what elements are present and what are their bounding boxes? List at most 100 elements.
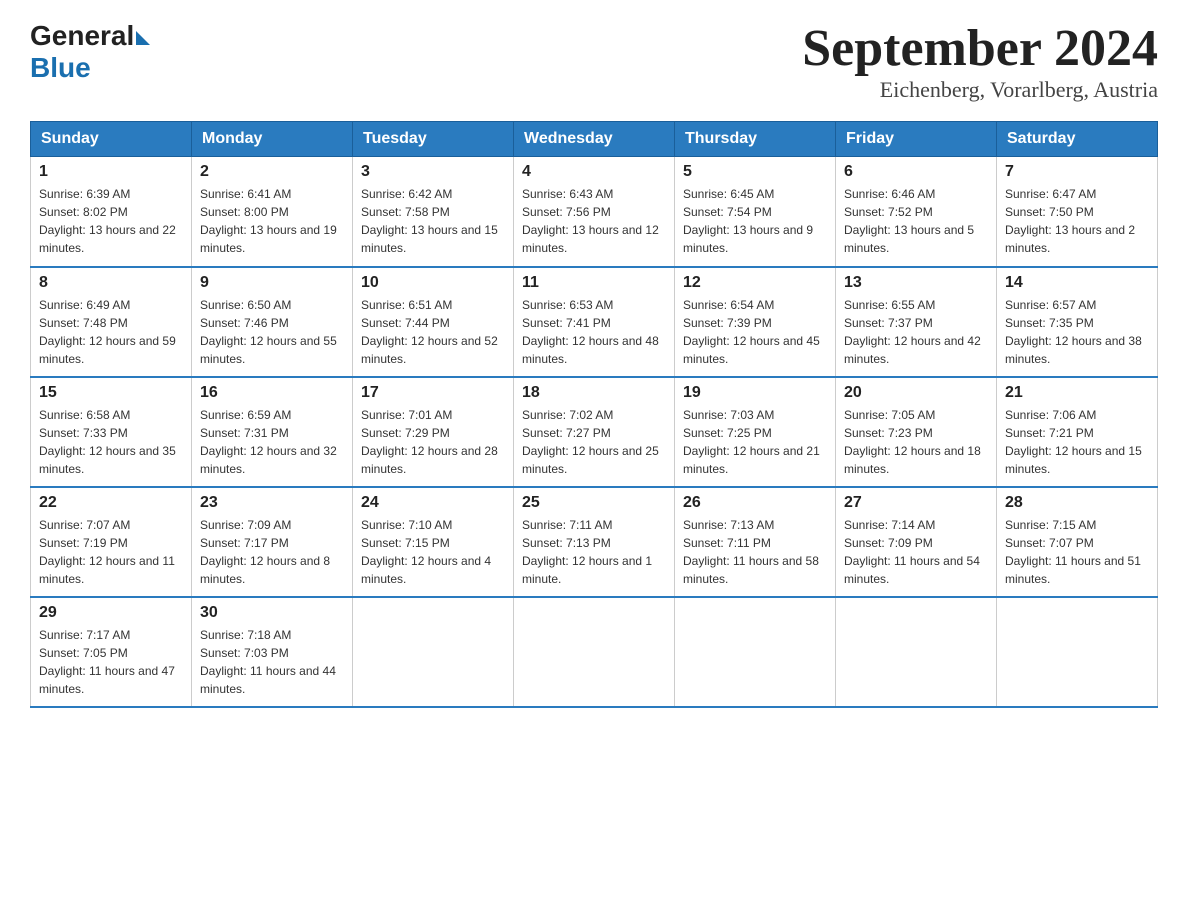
day-info: Sunrise: 7:09 AMSunset: 7:17 PMDaylight:… bbox=[200, 516, 344, 588]
day-number: 3 bbox=[361, 163, 505, 181]
calendar-cell: 6 Sunrise: 6:46 AMSunset: 7:52 PMDayligh… bbox=[836, 157, 997, 267]
calendar-cell: 23 Sunrise: 7:09 AMSunset: 7:17 PMDaylig… bbox=[192, 487, 353, 597]
day-number: 8 bbox=[39, 274, 183, 292]
day-number: 22 bbox=[39, 494, 183, 512]
calendar-cell: 18 Sunrise: 7:02 AMSunset: 7:27 PMDaylig… bbox=[514, 377, 675, 487]
calendar-header-row: SundayMondayTuesdayWednesdayThursdayFrid… bbox=[31, 122, 1158, 157]
day-number: 28 bbox=[1005, 494, 1149, 512]
day-number: 12 bbox=[683, 274, 827, 292]
day-number: 9 bbox=[200, 274, 344, 292]
day-info: Sunrise: 6:45 AMSunset: 7:54 PMDaylight:… bbox=[683, 185, 827, 257]
day-info: Sunrise: 6:55 AMSunset: 7:37 PMDaylight:… bbox=[844, 296, 988, 368]
calendar-cell: 22 Sunrise: 7:07 AMSunset: 7:19 PMDaylig… bbox=[31, 487, 192, 597]
calendar-cell: 16 Sunrise: 6:59 AMSunset: 7:31 PMDaylig… bbox=[192, 377, 353, 487]
day-info: Sunrise: 6:49 AMSunset: 7:48 PMDaylight:… bbox=[39, 296, 183, 368]
day-info: Sunrise: 7:11 AMSunset: 7:13 PMDaylight:… bbox=[522, 516, 666, 588]
calendar-cell: 30 Sunrise: 7:18 AMSunset: 7:03 PMDaylig… bbox=[192, 597, 353, 707]
day-info: Sunrise: 7:02 AMSunset: 7:27 PMDaylight:… bbox=[522, 406, 666, 478]
day-info: Sunrise: 6:53 AMSunset: 7:41 PMDaylight:… bbox=[522, 296, 666, 368]
calendar-cell bbox=[997, 597, 1158, 707]
calendar-cell: 25 Sunrise: 7:11 AMSunset: 7:13 PMDaylig… bbox=[514, 487, 675, 597]
logo-triangle-icon bbox=[136, 31, 150, 45]
calendar-cell: 10 Sunrise: 6:51 AMSunset: 7:44 PMDaylig… bbox=[353, 267, 514, 377]
calendar-cell: 12 Sunrise: 6:54 AMSunset: 7:39 PMDaylig… bbox=[675, 267, 836, 377]
day-number: 16 bbox=[200, 384, 344, 402]
day-info: Sunrise: 7:01 AMSunset: 7:29 PMDaylight:… bbox=[361, 406, 505, 478]
day-number: 7 bbox=[1005, 163, 1149, 181]
calendar-cell: 13 Sunrise: 6:55 AMSunset: 7:37 PMDaylig… bbox=[836, 267, 997, 377]
day-number: 13 bbox=[844, 274, 988, 292]
logo-blue: Blue bbox=[30, 52, 91, 83]
location-subtitle: Eichenberg, Vorarlberg, Austria bbox=[802, 77, 1158, 103]
calendar-cell: 19 Sunrise: 7:03 AMSunset: 7:25 PMDaylig… bbox=[675, 377, 836, 487]
day-header-monday: Monday bbox=[192, 122, 353, 157]
day-number: 30 bbox=[200, 604, 344, 622]
calendar-cell: 28 Sunrise: 7:15 AMSunset: 7:07 PMDaylig… bbox=[997, 487, 1158, 597]
day-info: Sunrise: 6:54 AMSunset: 7:39 PMDaylight:… bbox=[683, 296, 827, 368]
calendar-cell: 26 Sunrise: 7:13 AMSunset: 7:11 PMDaylig… bbox=[675, 487, 836, 597]
day-info: Sunrise: 6:39 AMSunset: 8:02 PMDaylight:… bbox=[39, 185, 183, 257]
day-header-tuesday: Tuesday bbox=[353, 122, 514, 157]
calendar-cell: 15 Sunrise: 6:58 AMSunset: 7:33 PMDaylig… bbox=[31, 377, 192, 487]
day-number: 19 bbox=[683, 384, 827, 402]
calendar-cell: 27 Sunrise: 7:14 AMSunset: 7:09 PMDaylig… bbox=[836, 487, 997, 597]
calendar-cell: 5 Sunrise: 6:45 AMSunset: 7:54 PMDayligh… bbox=[675, 157, 836, 267]
calendar-cell: 9 Sunrise: 6:50 AMSunset: 7:46 PMDayligh… bbox=[192, 267, 353, 377]
calendar-cell bbox=[675, 597, 836, 707]
day-info: Sunrise: 7:05 AMSunset: 7:23 PMDaylight:… bbox=[844, 406, 988, 478]
calendar-cell: 17 Sunrise: 7:01 AMSunset: 7:29 PMDaylig… bbox=[353, 377, 514, 487]
logo-general: General bbox=[30, 20, 134, 52]
day-info: Sunrise: 7:03 AMSunset: 7:25 PMDaylight:… bbox=[683, 406, 827, 478]
calendar-table: SundayMondayTuesdayWednesdayThursdayFrid… bbox=[30, 121, 1158, 708]
calendar-cell: 2 Sunrise: 6:41 AMSunset: 8:00 PMDayligh… bbox=[192, 157, 353, 267]
day-header-thursday: Thursday bbox=[675, 122, 836, 157]
calendar-week-row: 29 Sunrise: 7:17 AMSunset: 7:05 PMDaylig… bbox=[31, 597, 1158, 707]
title-section: September 2024 Eichenberg, Vorarlberg, A… bbox=[802, 20, 1158, 103]
day-info: Sunrise: 6:50 AMSunset: 7:46 PMDaylight:… bbox=[200, 296, 344, 368]
calendar-cell: 8 Sunrise: 6:49 AMSunset: 7:48 PMDayligh… bbox=[31, 267, 192, 377]
day-number: 11 bbox=[522, 274, 666, 292]
page-header: General Blue September 2024 Eichenberg, … bbox=[30, 20, 1158, 103]
day-info: Sunrise: 6:51 AMSunset: 7:44 PMDaylight:… bbox=[361, 296, 505, 368]
day-number: 18 bbox=[522, 384, 666, 402]
calendar-cell: 29 Sunrise: 7:17 AMSunset: 7:05 PMDaylig… bbox=[31, 597, 192, 707]
day-info: Sunrise: 6:57 AMSunset: 7:35 PMDaylight:… bbox=[1005, 296, 1149, 368]
day-info: Sunrise: 7:07 AMSunset: 7:19 PMDaylight:… bbox=[39, 516, 183, 588]
day-info: Sunrise: 7:15 AMSunset: 7:07 PMDaylight:… bbox=[1005, 516, 1149, 588]
day-number: 26 bbox=[683, 494, 827, 512]
day-number: 17 bbox=[361, 384, 505, 402]
day-info: Sunrise: 7:17 AMSunset: 7:05 PMDaylight:… bbox=[39, 626, 183, 698]
calendar-cell bbox=[353, 597, 514, 707]
day-info: Sunrise: 6:41 AMSunset: 8:00 PMDaylight:… bbox=[200, 185, 344, 257]
day-info: Sunrise: 6:59 AMSunset: 7:31 PMDaylight:… bbox=[200, 406, 344, 478]
calendar-cell: 11 Sunrise: 6:53 AMSunset: 7:41 PMDaylig… bbox=[514, 267, 675, 377]
calendar-cell bbox=[836, 597, 997, 707]
day-number: 10 bbox=[361, 274, 505, 292]
day-info: Sunrise: 6:46 AMSunset: 7:52 PMDaylight:… bbox=[844, 185, 988, 257]
day-number: 27 bbox=[844, 494, 988, 512]
calendar-cell: 4 Sunrise: 6:43 AMSunset: 7:56 PMDayligh… bbox=[514, 157, 675, 267]
calendar-cell: 21 Sunrise: 7:06 AMSunset: 7:21 PMDaylig… bbox=[997, 377, 1158, 487]
day-header-sunday: Sunday bbox=[31, 122, 192, 157]
day-header-saturday: Saturday bbox=[997, 122, 1158, 157]
month-title: September 2024 bbox=[802, 20, 1158, 77]
day-info: Sunrise: 7:13 AMSunset: 7:11 PMDaylight:… bbox=[683, 516, 827, 588]
calendar-week-row: 8 Sunrise: 6:49 AMSunset: 7:48 PMDayligh… bbox=[31, 267, 1158, 377]
day-info: Sunrise: 6:58 AMSunset: 7:33 PMDaylight:… bbox=[39, 406, 183, 478]
calendar-cell: 3 Sunrise: 6:42 AMSunset: 7:58 PMDayligh… bbox=[353, 157, 514, 267]
calendar-cell bbox=[514, 597, 675, 707]
calendar-cell: 24 Sunrise: 7:10 AMSunset: 7:15 PMDaylig… bbox=[353, 487, 514, 597]
calendar-cell: 7 Sunrise: 6:47 AMSunset: 7:50 PMDayligh… bbox=[997, 157, 1158, 267]
calendar-week-row: 1 Sunrise: 6:39 AMSunset: 8:02 PMDayligh… bbox=[31, 157, 1158, 267]
day-number: 15 bbox=[39, 384, 183, 402]
day-number: 20 bbox=[844, 384, 988, 402]
day-number: 4 bbox=[522, 163, 666, 181]
day-info: Sunrise: 6:43 AMSunset: 7:56 PMDaylight:… bbox=[522, 185, 666, 257]
day-number: 5 bbox=[683, 163, 827, 181]
day-number: 29 bbox=[39, 604, 183, 622]
calendar-cell: 1 Sunrise: 6:39 AMSunset: 8:02 PMDayligh… bbox=[31, 157, 192, 267]
calendar-cell: 20 Sunrise: 7:05 AMSunset: 7:23 PMDaylig… bbox=[836, 377, 997, 487]
day-number: 14 bbox=[1005, 274, 1149, 292]
day-number: 21 bbox=[1005, 384, 1149, 402]
day-info: Sunrise: 6:47 AMSunset: 7:50 PMDaylight:… bbox=[1005, 185, 1149, 257]
